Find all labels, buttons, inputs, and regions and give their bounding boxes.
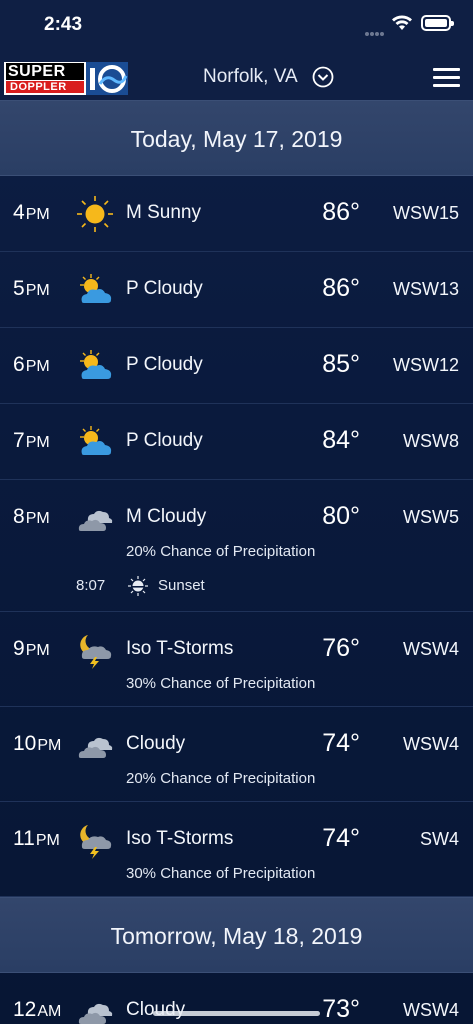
temperature: 80°: [322, 502, 360, 530]
hour-label: 10PM: [13, 732, 62, 755]
wind-label: WSW4: [403, 639, 459, 659]
hour-label: 9PM: [13, 637, 50, 660]
temperature: 76°: [322, 634, 360, 662]
temperature: 85°: [322, 350, 360, 378]
condition-label: Iso T-Storms: [126, 828, 234, 849]
wind-label: WSW5: [403, 507, 459, 527]
sun-icon: [77, 196, 113, 232]
day-header-today: Today, May 17, 2019: [0, 100, 473, 176]
temperature: 86°: [322, 274, 360, 302]
app-header: SUPER DOPPLER Norfolk, VA: [0, 50, 473, 100]
hourly-row[interactable]: 4PM M Sunny 86° WSW15: [0, 176, 473, 252]
hourly-row[interactable]: 9PM Iso T-Storms 76° WSW4 30% Chance of …: [0, 612, 473, 707]
thunderstorm-night-icon: [80, 825, 112, 859]
condition-label: Cloudy: [126, 733, 186, 754]
hour-label: 11PM: [13, 827, 60, 850]
hourly-row[interactable]: 7PM P Cloudy 84° WSW8: [0, 404, 473, 480]
hourly-row[interactable]: 11PM Iso T-Storms 74° SW4 30% Chance of …: [0, 802, 473, 897]
temperature: 73°: [322, 995, 360, 1023]
condition-label: Cloudy: [126, 999, 186, 1020]
day-label: Today, May 17, 2019: [130, 126, 343, 152]
sunset-icon: [128, 576, 148, 596]
hour-label: 12AM: [13, 998, 62, 1021]
mostly-cloudy-icon: [78, 510, 113, 531]
wind-label: WSW13: [392, 279, 459, 299]
hourly-row[interactable]: 6PM P Cloudy 85° WSW12: [0, 328, 473, 404]
partly-cloudy-icon: [80, 350, 112, 379]
partly-cloudy-icon: [80, 274, 112, 303]
wind-label: WSW4: [403, 1000, 459, 1020]
super-doppler-logo[interactable]: SUPER DOPPLER: [4, 62, 128, 95]
condition-label: M Cloudy: [126, 506, 207, 527]
status-time: 2:43: [44, 14, 83, 35]
temperature: 84°: [322, 426, 360, 454]
wifi-icon: [392, 15, 412, 30]
temperature: 86°: [322, 198, 360, 226]
precipitation-chance: 30% Chance of Precipitation: [126, 865, 316, 882]
chevron-down-icon[interactable]: [312, 66, 334, 88]
condition-label: M Sunny: [126, 202, 201, 223]
hourly-row[interactable]: 12AM Cloudy 73° WSW4: [0, 973, 473, 1024]
hour-label: 8PM: [13, 505, 50, 528]
wind-label: SW4: [419, 829, 459, 849]
wind-label: WSW12: [392, 355, 459, 375]
wind-label: WSW8: [403, 431, 459, 451]
hourly-row[interactable]: 8PM M Cloudy 80° WSW5 20% Chance of Prec…: [0, 480, 473, 612]
logo-super-text: SUPER: [6, 63, 84, 80]
wind-label: WSW15: [392, 203, 459, 223]
sunset-time: 8:07: [76, 577, 106, 594]
condition-label: P Cloudy: [126, 278, 203, 299]
home-indicator[interactable]: [153, 1011, 320, 1016]
precipitation-chance: 20% Chance of Precipitation: [126, 543, 316, 560]
status-bar: 2:43: [0, 0, 473, 50]
condition-label: Iso T-Storms: [126, 638, 234, 659]
menu-icon[interactable]: [433, 68, 460, 88]
condition-label: P Cloudy: [126, 354, 203, 375]
hourly-row[interactable]: 10PM Cloudy 74° WSW4 20% Chance of Preci…: [0, 707, 473, 802]
day-header-tomorrow: Tomorrow, May 18, 2019: [0, 897, 473, 973]
cellular-signal-icon: [365, 23, 385, 36]
hour-label: 5PM: [13, 277, 50, 300]
temperature: 74°: [322, 824, 360, 852]
condition-label: P Cloudy: [126, 430, 203, 451]
cloudy-icon: [78, 1003, 113, 1024]
precipitation-chance: 30% Chance of Precipitation: [126, 675, 316, 692]
battery-icon: [421, 15, 454, 31]
precipitation-chance: 20% Chance of Precipitation: [126, 770, 316, 787]
temperature: 74°: [322, 729, 360, 757]
channel-10-logo-icon: [86, 62, 128, 95]
hourly-row[interactable]: 5PM P Cloudy 86° WSW13: [0, 252, 473, 328]
partly-cloudy-icon: [80, 426, 112, 455]
logo-doppler-text: DOPPLER: [6, 81, 84, 93]
hour-label: 7PM: [13, 429, 50, 452]
location-label[interactable]: Norfolk, VA: [203, 66, 298, 88]
hour-label: 4PM: [13, 201, 50, 224]
thunderstorm-night-icon: [80, 635, 112, 669]
sunset-label: Sunset: [158, 577, 205, 594]
wind-label: WSW4: [403, 734, 459, 754]
cloudy-icon: [78, 737, 113, 758]
hour-label: 6PM: [13, 353, 50, 376]
day-label: Tomorrow, May 18, 2019: [110, 923, 363, 949]
